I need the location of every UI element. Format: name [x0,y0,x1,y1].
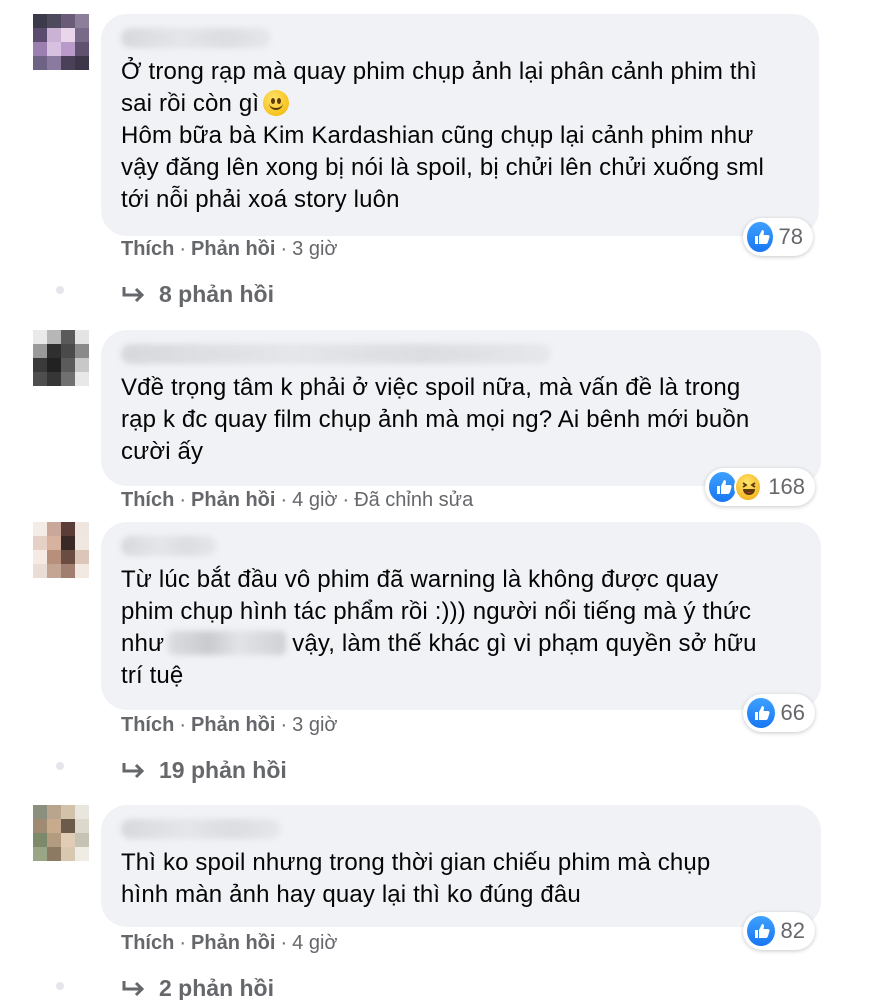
avatar[interactable] [33,330,89,386]
comment-actions: Thích · Phản hồi · 3 giờ [121,714,338,736]
view-replies-link[interactable]: 19 phản hồi [121,757,287,784]
view-replies-link[interactable]: 2 phản hồi [121,975,274,1000]
like-button[interactable]: Thích [121,932,174,954]
timestamp[interactable]: 4 giờ [292,932,337,954]
author-name-redacted[interactable] [121,28,271,48]
comment-line: Hôm bữa bà Kim Kardashian cũng chụp lại … [121,122,754,149]
replies-count: 8 phản hồi [159,281,274,307]
comment-actions: Thích · Phản hồi · 3 giờ [121,238,338,260]
comment-text: Vđề trọng tâm k phải ở việc spoil nữa, m… [121,372,801,468]
comment-line: trí tuệ [121,662,184,689]
like-icon [747,916,775,946]
comment-line: Thì ko spoil nhưng trong thời gian chiếu… [121,849,711,876]
timestamp[interactable]: 3 giờ [292,714,337,736]
comment-line: rạp k đc quay film chụp ảnh mà mọi ng? A… [121,406,750,433]
comment-line: Vđề trọng tâm k phải ở việc spoil nữa, m… [121,374,741,401]
reaction-summary[interactable]: 82 [743,912,815,950]
author-name-redacted[interactable] [121,344,551,364]
edited-label[interactable]: Đã chỉnh sửa [354,489,473,511]
smiling-face-icon [263,90,290,116]
reply-arrow-icon [122,980,145,996]
reply-button[interactable]: Phản hồi [191,489,275,511]
avatar[interactable] [33,805,89,861]
comment-line: hình màn ảnh hay quay lại thì ko đúng đâ… [121,881,581,908]
like-icon [747,698,775,728]
avatar[interactable] [33,522,89,578]
comment-bubble: Vđề trọng tâm k phải ở việc spoil nữa, m… [101,330,821,486]
comment-bubble: Thì ko spoil nhưng trong thời gian chiếu… [101,805,821,927]
comment-line: vậy đăng lên xong bị nói là spoil, bị ch… [121,154,764,181]
comment-actions: Thích · Phản hồi · 4 giờ · Đã chỉnh sửa [121,489,474,511]
avatar[interactable] [33,14,89,70]
reaction-count: 66 [780,700,805,725]
comment-line: vậy, làm thế khác gì vi phạm quyền sở hữ… [292,630,757,657]
reply-arrow-icon [122,286,145,302]
timestamp[interactable]: 4 giờ [292,489,337,511]
reaction-count: 168 [768,474,805,499]
like-icon [709,472,737,502]
thread-dot [56,286,64,294]
comment-line: tới nỗi phải xoá story luôn [121,186,400,213]
view-replies-link[interactable]: 8 phản hồi [121,281,274,308]
comment-bubble: Ở trong rạp mà quay phim chụp ảnh lại ph… [101,14,819,236]
thread-dot [56,762,64,770]
comment-text: Từ lúc bắt đầu vô phim đã warning là khô… [121,564,801,692]
reply-button[interactable]: Phản hồi [191,714,275,736]
comment-line: Ở trong rạp mà quay phim chụp ảnh lại ph… [121,58,758,85]
like-button[interactable]: Thích [121,489,174,511]
like-button[interactable]: Thích [121,238,174,260]
comment-line: sai rồi còn gì [121,90,260,117]
reaction-count: 82 [780,918,805,943]
reaction-summary[interactable]: 168 [705,468,815,506]
reply-arrow-icon [122,762,145,778]
timestamp[interactable]: 3 giờ [292,238,337,260]
comment-text: Ở trong rạp mà quay phim chụp ảnh lại ph… [121,56,799,216]
comment-line: phim chụp hình tác phẩm rồi :))) người n… [121,598,752,625]
replies-count: 2 phản hồi [159,975,274,1000]
redacted-mention[interactable] [168,631,287,655]
comment-actions: Thích · Phản hồi · 4 giờ [121,932,338,954]
thread-dot [56,982,64,990]
comment-line: như [121,630,165,657]
replies-count: 19 phản hồi [159,757,287,783]
comment-text: Thì ko spoil nhưng trong thời gian chiếu… [121,847,801,911]
haha-icon [734,472,763,502]
like-icon [747,222,773,252]
reaction-summary[interactable]: 66 [743,694,815,732]
like-button[interactable]: Thích [121,714,174,736]
reaction-summary[interactable]: 78 [743,218,813,256]
reply-button[interactable]: Phản hồi [191,932,275,954]
comment-line: Từ lúc bắt đầu vô phim đã warning là khô… [121,566,719,593]
comment-bubble: Từ lúc bắt đầu vô phim đã warning là khô… [101,522,821,710]
comment-line: cười ấy [121,438,204,465]
reaction-count: 78 [778,224,803,249]
reply-button[interactable]: Phản hồi [191,238,275,260]
author-name-redacted[interactable] [121,536,217,556]
author-name-redacted[interactable] [121,819,281,839]
